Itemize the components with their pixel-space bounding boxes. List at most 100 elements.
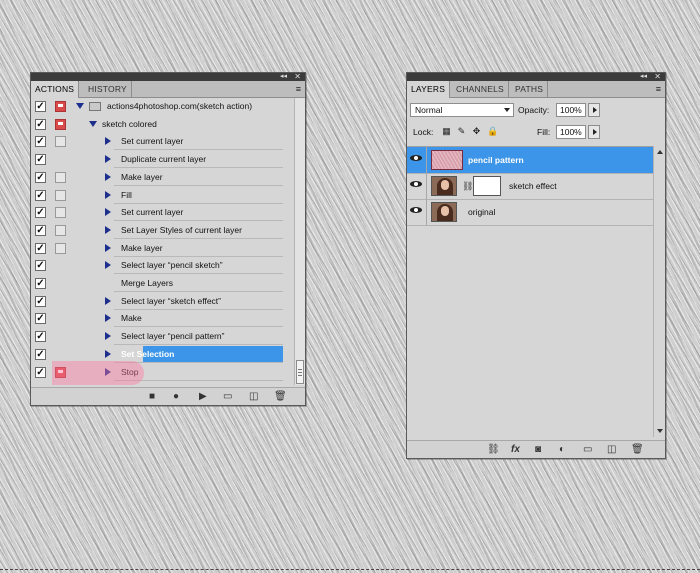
scroll-up-icon[interactable] [657,150,663,154]
toggle-checkbox[interactable]: ✓ [35,243,46,254]
expand-triangle-icon[interactable] [105,350,111,358]
expand-triangle-icon[interactable] [105,137,111,145]
action-row[interactable]: ✓ Make [31,310,293,327]
new-layer-icon[interactable]: ◫ [607,444,616,455]
toggle-checkbox[interactable]: ✓ [35,278,46,289]
action-row[interactable]: ✓ Select layer “sketch effect” [31,293,293,310]
actions-panel-titlebar[interactable]: ◂◂ ✕ [31,72,305,81]
dialog-toggle-icon[interactable] [55,101,66,112]
expand-triangle-icon[interactable] [105,155,111,163]
action-row[interactable]: ✓ actions4photoshop.com(sketch action) [31,98,293,115]
tab-channels[interactable]: CHANNELS [452,81,509,97]
lock-transparent-icon[interactable]: ▦ [441,126,452,137]
expand-triangle-icon[interactable] [105,244,111,252]
layers-panel-titlebar[interactable]: ◂◂ ✕ [407,72,665,81]
tab-history[interactable]: HISTORY [84,81,132,97]
action-row[interactable]: ✓ Fill [31,187,293,204]
dialog-toggle-icon[interactable] [55,172,66,183]
toggle-checkbox[interactable]: ✓ [35,136,46,147]
action-row[interactable]: ✓ Make layer [31,240,293,257]
toggle-checkbox[interactable]: ✓ [35,154,46,165]
action-row[interactable]: ✓ Make layer [31,169,293,186]
lock-position-icon[interactable]: ✥ [471,126,482,137]
play-icon[interactable]: ▶ [199,391,207,402]
expand-triangle-icon[interactable] [76,103,84,109]
group-icon[interactable]: ▭ [583,444,592,455]
layer-row-pencil-pattern[interactable]: pencil pattern [407,147,653,174]
dialog-toggle-icon[interactable] [55,119,66,130]
expand-triangle-icon[interactable] [105,208,111,216]
toggle-checkbox[interactable]: ✓ [35,367,46,378]
layer-row-original[interactable]: original [407,199,653,226]
opacity-slider-button[interactable] [588,103,600,117]
dialog-toggle-icon[interactable] [55,225,66,236]
delete-icon[interactable]: 🗑 [631,444,644,455]
lock-all-icon[interactable]: 🔒 [487,126,498,137]
dialog-toggle-icon[interactable] [55,243,66,254]
tab-actions[interactable]: ACTIONS [31,81,80,98]
scrollbar-thumb[interactable] [296,360,304,384]
dialog-toggle-icon[interactable] [55,190,66,201]
action-row[interactable]: ✓ Merge Layers [31,275,293,292]
visibility-eye-icon[interactable] [410,206,422,214]
actions-scrollbar[interactable] [294,98,305,385]
layer-mask-thumbnail[interactable] [473,176,501,196]
mask-link-icon[interactable]: ⛓ [462,181,473,192]
mask-icon[interactable]: ◙ [535,444,541,455]
toggle-checkbox[interactable]: ✓ [35,101,46,112]
toggle-checkbox[interactable]: ✓ [35,119,46,130]
toggle-checkbox[interactable]: ✓ [35,331,46,342]
fx-icon[interactable]: fx [511,444,520,455]
layers-scrollbar[interactable] [653,146,665,437]
record-icon[interactable]: ● [173,391,179,402]
toggle-checkbox[interactable]: ✓ [35,207,46,218]
toggle-checkbox[interactable]: ✓ [35,296,46,307]
fill-input[interactable]: 100% [556,125,586,139]
action-row[interactable]: ✓ Set current layer [31,133,293,150]
toggle-checkbox[interactable]: ✓ [35,172,46,183]
adjustment-icon[interactable]: ◐ [559,444,565,455]
tab-layers[interactable]: LAYERS [407,81,451,98]
toggle-checkbox[interactable]: ✓ [35,260,46,271]
expand-triangle-icon[interactable] [105,332,111,340]
blend-mode-select[interactable]: Normal [410,103,514,117]
toggle-checkbox[interactable]: ✓ [35,190,46,201]
layer-name[interactable]: original [468,199,495,225]
tab-paths[interactable]: PATHS [511,81,549,97]
link-icon[interactable]: ⛓ [487,444,500,455]
new-set-icon[interactable]: ▭ [223,391,232,402]
collapse-icon[interactable]: ◂◂ [280,72,287,81]
action-row[interactable]: ✓ Duplicate current layer [31,151,293,168]
toggle-checkbox[interactable]: ✓ [35,225,46,236]
stop-icon[interactable]: ■ [149,391,155,402]
scroll-down-icon[interactable] [657,429,663,433]
expand-triangle-icon[interactable] [105,173,111,181]
collapse-icon[interactable]: ◂◂ [640,72,647,81]
new-action-icon[interactable]: ◫ [249,391,258,402]
lock-image-icon[interactable]: ✎ [456,126,467,137]
action-row[interactable]: ✓ Select layer “pencil pattern” [31,328,293,345]
panel-menu-icon[interactable]: ≡ [296,84,301,94]
dialog-toggle-icon[interactable] [55,207,66,218]
action-row[interactable]: ✓ Set current layer [31,204,293,221]
close-icon[interactable]: ✕ [294,72,301,81]
opacity-input[interactable]: 100% [556,103,586,117]
layer-row-sketch-effect[interactable]: ⛓ sketch effect [407,173,653,200]
toggle-checkbox[interactable]: ✓ [35,313,46,324]
visibility-eye-icon[interactable] [410,154,422,162]
action-row[interactable]: ✓ Select layer “pencil sketch” [31,257,293,274]
expand-triangle-icon[interactable] [105,297,111,305]
delete-icon[interactable]: 🗑 [274,391,287,402]
fill-slider-button[interactable] [588,125,600,139]
layer-name[interactable]: pencil pattern [468,147,524,173]
visibility-eye-icon[interactable] [410,180,422,188]
dialog-toggle-icon[interactable] [55,136,66,147]
close-icon[interactable]: ✕ [654,72,661,81]
expand-triangle-icon[interactable] [105,261,111,269]
toggle-checkbox[interactable]: ✓ [35,349,46,360]
action-row[interactable]: ✓ Set Layer Styles of current layer [31,222,293,239]
expand-triangle-icon[interactable] [89,121,97,127]
layer-name[interactable]: sketch effect [509,173,557,199]
expand-triangle-icon[interactable] [105,314,111,322]
expand-triangle-icon[interactable] [105,226,111,234]
